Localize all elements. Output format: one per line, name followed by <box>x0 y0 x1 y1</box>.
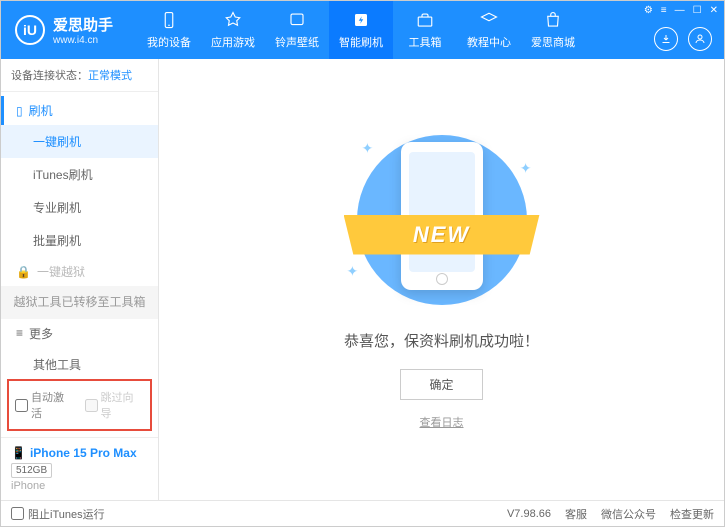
footer-support[interactable]: 客服 <box>565 506 587 522</box>
nav-ringtone[interactable]: 铃声壁纸 <box>265 1 329 59</box>
sidebar-item-other-tools[interactable]: 其他工具 <box>1 348 158 373</box>
ok-button[interactable]: 确定 <box>400 369 482 400</box>
connection-status: 设备连接状态：正常模式 <box>1 59 158 92</box>
lock-icon: 🔒 <box>16 265 31 279</box>
nav-my-device[interactable]: 我的设备 <box>137 1 201 59</box>
header-actions <box>654 27 712 51</box>
app-subtitle: www.i4.cn <box>53 35 113 46</box>
tutorial-icon <box>479 10 499 30</box>
main-nav: 我的设备 应用游戏 铃声壁纸 智能刷机 工具箱 教程中心 爱思商城 <box>137 1 585 59</box>
skip-wizard-checkbox[interactable]: 跳过向导 <box>85 389 145 421</box>
app-header: iU 爱思助手 www.i4.cn 我的设备 应用游戏 铃声壁纸 智能刷机 工具… <box>1 1 724 59</box>
logo: iU 爱思助手 www.i4.cn <box>1 14 127 46</box>
sidebar: 设备连接状态：正常模式 ▯刷机 一键刷机 iTunes刷机 专业刷机 批量刷机 … <box>1 59 159 500</box>
group-jailbreak: 🔒一键越狱 <box>1 257 158 286</box>
settings-icon[interactable]: ⚙ <box>644 5 653 16</box>
apps-icon <box>223 10 243 30</box>
success-message: 恭喜您，保资料刷机成功啦！ <box>344 330 539 351</box>
sidebar-item-itunes-flash[interactable]: iTunes刷机 <box>1 158 158 191</box>
logo-icon: iU <box>15 15 45 45</box>
device-icon <box>159 10 179 30</box>
maximize-icon[interactable]: ☐ <box>693 5 702 16</box>
more-icon: ≡ <box>16 326 23 340</box>
auto-activate-checkbox[interactable]: 自动激活 <box>15 389 75 421</box>
sidebar-item-oneclick-flash[interactable]: 一键刷机 <box>1 125 158 158</box>
main-content: ✦ ✦ ✦ NEW 恭喜您，保资料刷机成功啦！ 确定 查看日志 <box>159 59 724 500</box>
block-itunes-checkbox[interactable]: 阻止iTunes运行 <box>11 506 105 522</box>
footer-wechat[interactable]: 微信公众号 <box>601 506 656 522</box>
nav-tutorial[interactable]: 教程中心 <box>457 1 521 59</box>
view-log-link[interactable]: 查看日志 <box>420 414 464 430</box>
new-ribbon: NEW <box>344 215 540 255</box>
minimize-icon[interactable]: — <box>675 5 685 16</box>
download-button[interactable] <box>654 27 678 51</box>
flash-icon <box>351 10 371 30</box>
version-label: V7.98.66 <box>507 508 551 520</box>
footer-update[interactable]: 检查更新 <box>670 506 714 522</box>
group-flash[interactable]: ▯刷机 <box>1 96 158 125</box>
store-icon <box>543 10 563 30</box>
phone-icon: ▯ <box>16 104 23 118</box>
sidebar-item-batch-flash[interactable]: 批量刷机 <box>1 224 158 257</box>
success-illustration: ✦ ✦ ✦ NEW <box>352 130 532 310</box>
nav-apps[interactable]: 应用游戏 <box>201 1 265 59</box>
nav-toolbox[interactable]: 工具箱 <box>393 1 457 59</box>
sidebar-item-pro-flash[interactable]: 专业刷机 <box>1 191 158 224</box>
options-highlight: 自动激活 跳过向导 <box>7 379 152 431</box>
toolbox-icon <box>415 10 435 30</box>
device-name[interactable]: 📱iPhone 15 Pro Max <box>11 446 148 460</box>
phone-small-icon: 📱 <box>11 446 26 460</box>
device-info: 📱iPhone 15 Pro Max 512GB iPhone <box>1 437 158 500</box>
ringtone-icon <box>287 10 307 30</box>
jailbreak-note: 越狱工具已转移至工具箱 <box>1 286 158 319</box>
app-title: 爱思助手 <box>53 14 113 35</box>
group-more[interactable]: ≡更多 <box>1 319 158 348</box>
storage-badge: 512GB <box>11 463 52 478</box>
nav-store[interactable]: 爱思商城 <box>521 1 585 59</box>
nav-flash[interactable]: 智能刷机 <box>329 1 393 59</box>
user-button[interactable] <box>688 27 712 51</box>
status-bar: 阻止iTunes运行 V7.98.66 客服 微信公众号 检查更新 <box>1 500 724 526</box>
window-controls: ⚙ ≡ — ☐ ✕ <box>644 5 718 16</box>
close-icon[interactable]: ✕ <box>710 5 718 16</box>
device-type: iPhone <box>11 480 148 492</box>
menu-icon[interactable]: ≡ <box>661 5 667 16</box>
